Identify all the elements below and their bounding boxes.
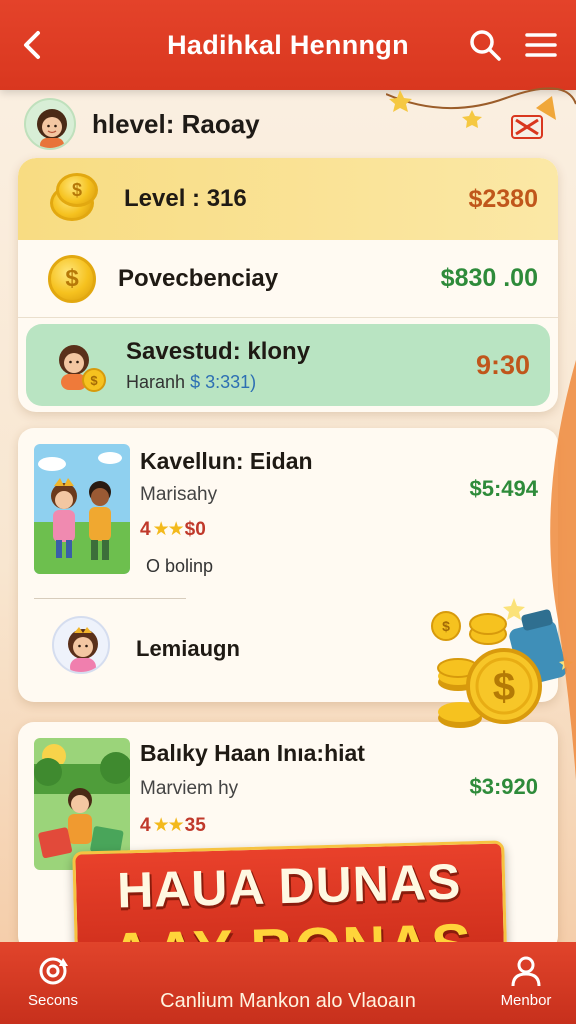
- bonus-value: $830 .00: [440, 264, 538, 292]
- saved-subtitle: Haranh $ 3:331): [126, 372, 310, 393]
- task-extra-label: O bolinp: [146, 556, 214, 576]
- background-swoosh-decoration: [550, 360, 576, 780]
- page-title: Hadihkal Hennngn: [167, 29, 409, 60]
- level-value: $2380: [468, 184, 538, 213]
- task-amount: $3:920: [469, 774, 538, 799]
- saved-sub-value: $ 3:331): [190, 371, 257, 392]
- stats-card: $ Level : 316 $2380 $ Povecbenciay $830 …: [18, 158, 558, 412]
- saved-title: Savestud: klony: [126, 337, 311, 365]
- task-amount: $5:494: [469, 476, 538, 501]
- user-avatar[interactable]: [24, 98, 76, 150]
- hamburger-menu-icon[interactable]: [524, 30, 558, 60]
- task-rating: 4 ★★ 35: [140, 814, 206, 837]
- divider: [34, 598, 186, 599]
- svg-text:$: $: [493, 665, 515, 709]
- back-arrow-icon[interactable]: [16, 28, 50, 62]
- woman-avatar-icon: [37, 109, 67, 148]
- user-header: hlevel: Raoay: [24, 96, 260, 152]
- level-row[interactable]: $ Level : 316 $2380: [18, 158, 558, 240]
- svg-text:$: $: [442, 618, 450, 634]
- bonus-label: Povecbenciay: [118, 264, 279, 292]
- level-label: Level : 316: [124, 185, 247, 212]
- coin-stack-icon: $: [46, 171, 102, 227]
- bottom-caption: Canlium Mankon alo Vlaoaın: [160, 990, 416, 1012]
- user-level-label: hlevel: Raoay: [92, 108, 260, 139]
- member-name: Lemiaugn: [136, 636, 240, 661]
- saved-row[interactable]: $ Savestud: klony Haranh $ 3:331) 9:30: [26, 324, 550, 406]
- star-icon: ★★: [152, 519, 185, 540]
- girl-coin-avatar-icon: $: [50, 336, 108, 394]
- rating-suffix: 35: [184, 814, 206, 836]
- bonus-row[interactable]: $ Povecbenciay $830 .00: [18, 240, 558, 318]
- rating-prefix: 4: [140, 518, 151, 540]
- star-icon: ★★: [152, 815, 185, 836]
- task-subtitle: Marisahy: [140, 484, 218, 505]
- task-rating: 4 ★★ $0: [140, 518, 206, 541]
- saved-time: 9:30: [475, 349, 530, 380]
- user-profile-icon: [511, 956, 541, 987]
- saved-sub-prefix: Haranh: [126, 371, 186, 392]
- task-title: Balıky Haan Inıa:hiat: [140, 740, 365, 766]
- search-icon[interactable]: [468, 28, 502, 62]
- rating-suffix: $0: [184, 518, 206, 540]
- kids-illustration-thumbnail: [34, 444, 130, 574]
- rating-prefix: 4: [140, 814, 151, 836]
- festive-garland-icon: [386, 87, 576, 139]
- svg-text:$: $: [90, 373, 98, 388]
- member-avatar[interactable]: [52, 616, 110, 674]
- girl-avatar-icon: [68, 627, 98, 672]
- rotate-refresh-icon: [39, 957, 68, 985]
- dollar-coin-icon: $: [48, 254, 96, 303]
- task-subtitle: Marviem hy: [140, 778, 239, 799]
- top-app-bar: Hadihkal Hennngn: [0, 0, 576, 90]
- task-title: Kavellun: Eidan: [140, 448, 313, 474]
